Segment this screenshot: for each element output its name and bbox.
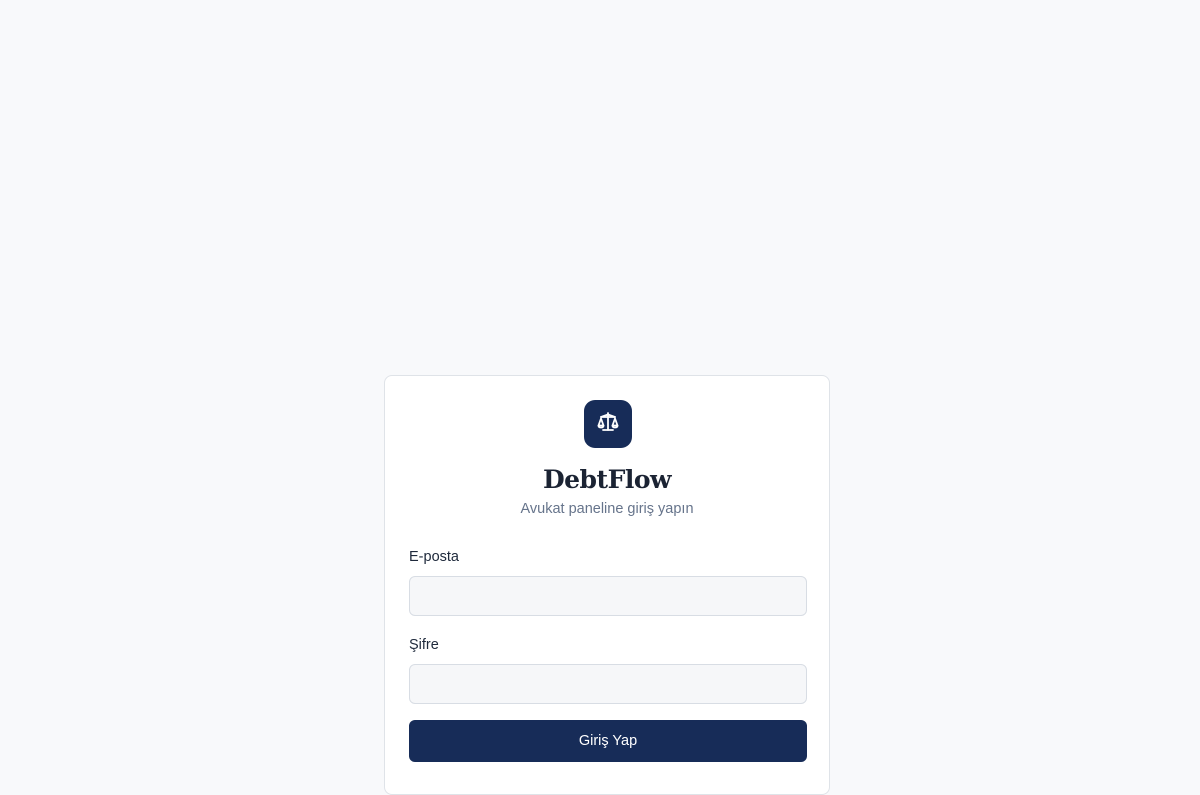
- email-label: E-posta: [409, 549, 459, 565]
- login-card: DebtFlow Avukat paneline giriş yapın E-p…: [384, 375, 830, 795]
- logo-badge: [584, 400, 632, 448]
- scale-icon: [596, 410, 620, 439]
- password-label: Şifre: [409, 637, 439, 653]
- password-field[interactable]: [409, 664, 807, 704]
- brand-title: DebtFlow: [542, 465, 672, 494]
- login-button[interactable]: Giriş Yap: [409, 720, 807, 762]
- login-subtitle: Avukat paneline giriş yapın: [520, 501, 694, 517]
- email-field[interactable]: [409, 576, 807, 616]
